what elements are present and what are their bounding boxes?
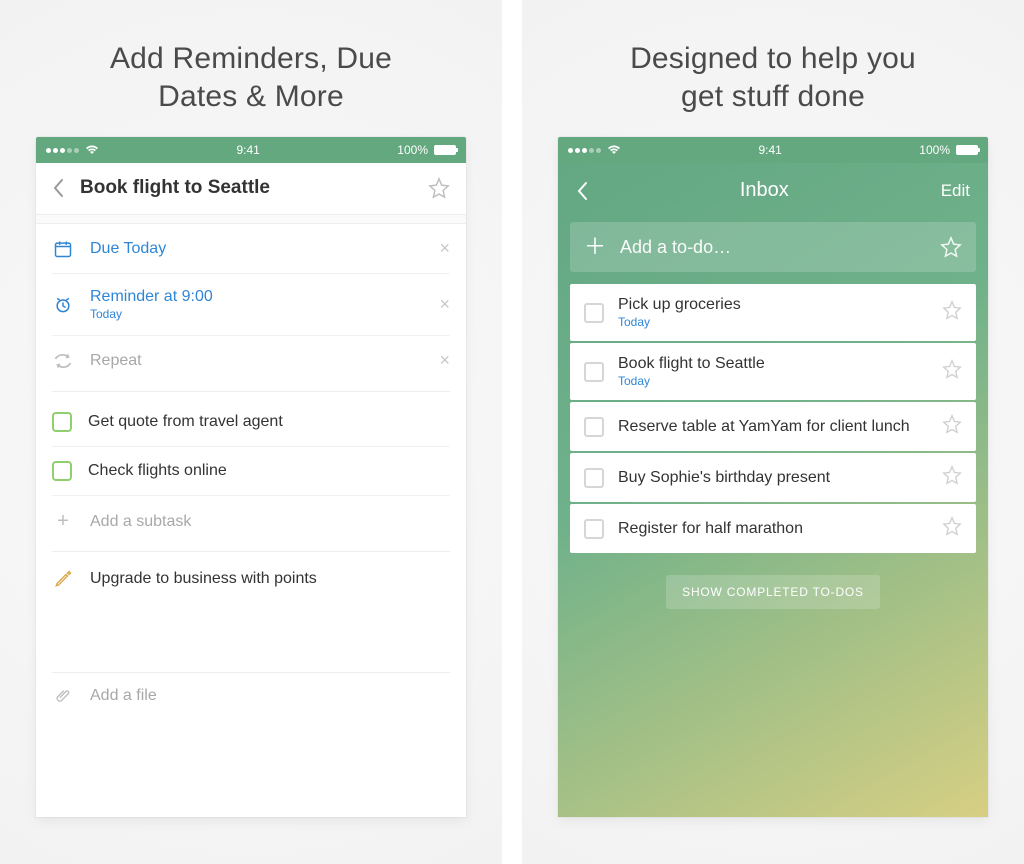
status-bar: 9:41 100%	[36, 137, 466, 163]
todo-checkbox[interactable]	[584, 303, 604, 323]
todo-sub: Today	[618, 315, 928, 329]
status-time: 9:41	[236, 143, 259, 157]
star-button[interactable]	[942, 465, 962, 490]
subtask-row[interactable]: Get quote from travel agent	[52, 398, 450, 447]
todo-item[interactable]: Reserve table at YamYam for client lunch	[570, 402, 976, 451]
detail-header: Book flight to Seattle	[36, 163, 466, 214]
plus-icon: +	[52, 510, 74, 533]
headline-left: Add Reminders, DueDates & More	[110, 40, 392, 115]
edit-button[interactable]: Edit	[941, 181, 970, 201]
inbox-title: Inbox	[740, 179, 789, 202]
todo-item[interactable]: Register for half marathon	[570, 504, 976, 553]
wifi-icon	[607, 145, 621, 155]
subtask-label: Check flights online	[88, 462, 227, 480]
subtask-label: Get quote from travel agent	[88, 413, 283, 431]
status-battery-text: 100%	[919, 143, 950, 157]
clear-reminder-button[interactable]: ×	[439, 294, 450, 315]
star-button[interactable]	[942, 414, 962, 439]
inbox-header: Inbox Edit	[558, 163, 988, 222]
phone-screen-detail: 9:41 100% Book flight to Seattle	[36, 137, 466, 817]
paperclip-icon	[52, 687, 74, 705]
subtask-checkbox[interactable]	[52, 461, 72, 481]
todo-item[interactable]: Buy Sophie's birthday present	[570, 453, 976, 502]
subtask-checkbox[interactable]	[52, 412, 72, 432]
add-file-row[interactable]: Add a file	[52, 673, 450, 719]
alarm-icon	[52, 295, 74, 315]
wifi-icon	[85, 145, 99, 155]
reminder-row[interactable]: Reminder at 9:00 Today ×	[52, 274, 450, 336]
star-button[interactable]	[428, 177, 450, 199]
due-label: Due Today	[90, 240, 423, 258]
todo-checkbox[interactable]	[584, 519, 604, 539]
star-button[interactable]	[942, 516, 962, 541]
signal-dots-icon	[46, 148, 79, 153]
repeat-icon	[52, 351, 74, 371]
calendar-icon	[52, 239, 74, 259]
repeat-label: Repeat	[90, 352, 423, 370]
add-subtask-row[interactable]: + Add a subtask	[52, 496, 450, 547]
note-row[interactable]: Upgrade to business with points	[52, 556, 450, 602]
headline-right: Designed to help youget stuff done	[630, 40, 916, 115]
star-button[interactable]	[942, 359, 962, 384]
note-text: Upgrade to business with points	[90, 570, 317, 588]
todo-sub: Today	[618, 374, 928, 388]
todo-checkbox[interactable]	[584, 468, 604, 488]
due-date-row[interactable]: Due Today ×	[52, 224, 450, 274]
star-button[interactable]	[942, 300, 962, 325]
status-bar: 9:41 100%	[558, 137, 988, 163]
todo-title: Book flight to Seattle	[618, 355, 928, 373]
pencil-icon	[52, 570, 74, 588]
todo-checkbox[interactable]	[584, 417, 604, 437]
back-button[interactable]	[576, 181, 588, 201]
promo-panel-left: Add Reminders, DueDates & More 9:41 100%	[0, 0, 512, 864]
phone-screen-inbox: 9:41 100% Inbox Edit ＋ Add a to-do…	[558, 137, 988, 817]
todo-checkbox[interactable]	[584, 362, 604, 382]
add-todo-input[interactable]: ＋ Add a to-do…	[570, 222, 976, 272]
add-file-label: Add a file	[90, 687, 157, 705]
reminder-label: Reminder at 9:00	[90, 288, 423, 306]
promo-panel-right: Designed to help youget stuff done 9:41 …	[512, 0, 1024, 864]
add-todo-placeholder: Add a to-do…	[620, 237, 731, 258]
star-button[interactable]	[940, 236, 962, 258]
todo-list: Pick up groceries Today Book flight to S…	[570, 284, 976, 553]
todo-title: Pick up groceries	[618, 296, 928, 314]
show-completed-button[interactable]: SHOW COMPLETED TO-DOS	[666, 575, 880, 609]
task-title[interactable]: Book flight to Seattle	[80, 177, 412, 199]
plus-icon: ＋	[584, 236, 606, 258]
todo-title: Reserve table at YamYam for client lunch	[618, 418, 928, 436]
todo-item[interactable]: Book flight to Seattle Today	[570, 343, 976, 400]
clear-due-button[interactable]: ×	[439, 238, 450, 259]
clear-repeat-button[interactable]: ×	[439, 350, 450, 371]
status-battery-text: 100%	[397, 143, 428, 157]
reminder-sub: Today	[90, 307, 423, 321]
battery-icon	[956, 145, 978, 155]
add-subtask-label: Add a subtask	[90, 513, 191, 531]
battery-icon	[434, 145, 456, 155]
repeat-row[interactable]: Repeat ×	[52, 336, 450, 385]
status-time: 9:41	[758, 143, 781, 157]
back-button[interactable]	[52, 178, 64, 198]
todo-title: Buy Sophie's birthday present	[618, 469, 928, 487]
todo-item[interactable]: Pick up groceries Today	[570, 284, 976, 341]
subtask-row[interactable]: Check flights online	[52, 447, 450, 496]
signal-dots-icon	[568, 148, 601, 153]
todo-title: Register for half marathon	[618, 520, 928, 538]
